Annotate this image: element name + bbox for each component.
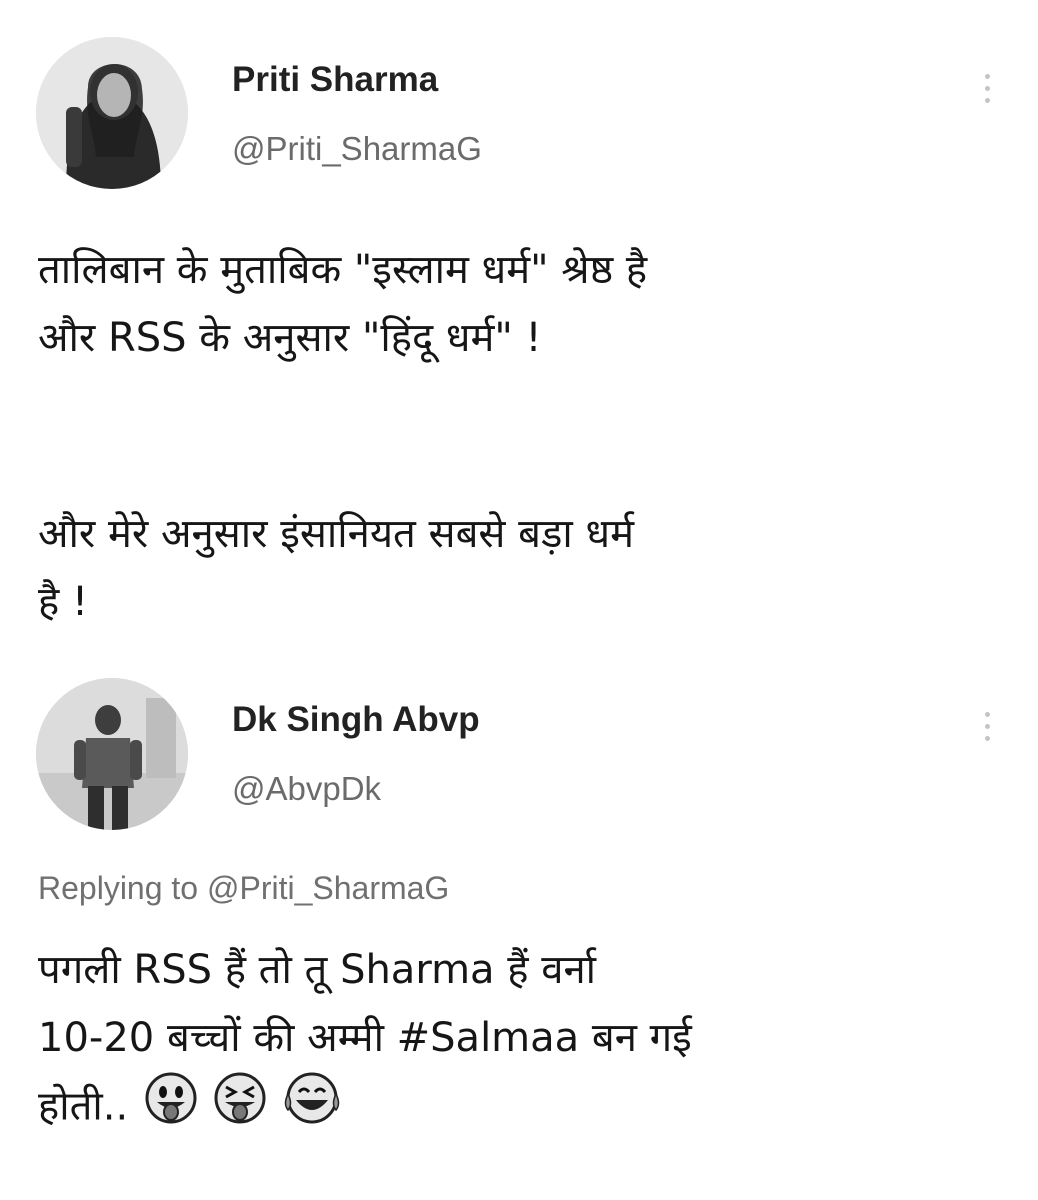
author-avatar[interactable] — [36, 37, 188, 189]
tweet-text-paragraph-2: और मेरे अनुसार इंसानियत सबसे बड़ा धर्म ह… — [38, 500, 998, 636]
author-name[interactable]: Priti Sharma — [232, 60, 438, 100]
reply-author-handle[interactable]: @AbvpDk — [232, 770, 381, 808]
reply-text: पगली RSS हैं तो तू Sharma हैं वर्ना 10-2… — [38, 936, 998, 1145]
reply-author-name[interactable]: Dk Singh Abvp — [232, 700, 480, 740]
reply-text-line: पगली RSS हैं तो तू Sharma हैं वर्ना — [38, 947, 597, 993]
tweet-text: तालिबान के मुताबिक "इस्लाम धर्म" श्रेष्ठ… — [38, 236, 998, 372]
reply-tweet: Dk Singh Abvp @AbvpDk Replying to @Priti… — [0, 660, 1038, 1200]
tweet-text-line: और मेरे अनुसार इंसानियत सबसे बड़ा धर्म — [38, 511, 635, 557]
tweet-text-line: है ! — [38, 579, 88, 625]
tongue-out-face-icon — [145, 1072, 197, 1145]
tweet-text-line: तालिबान के मुताबिक "इस्लाम धर्म" श्रेष्ठ… — [38, 247, 648, 293]
replying-to-label[interactable]: Replying to @Priti_SharmaG — [38, 870, 449, 907]
author-handle[interactable]: @Priti_SharmaG — [232, 130, 482, 168]
main-tweet: Priti Sharma @Priti_SharmaG तालिबान के म… — [0, 0, 1038, 660]
reply-text-line: 10-20 बच्चों की अम्मी #Salmaa बन गई — [38, 1015, 692, 1061]
more-options-icon[interactable] — [980, 74, 994, 110]
reply-author-avatar[interactable] — [36, 678, 188, 830]
reply-text-line: होती.. — [38, 1083, 129, 1130]
reply-text-line-3: होती.. — [38, 1072, 998, 1145]
squinting-tongue-face-icon — [214, 1072, 266, 1145]
tweet-text-line: और RSS के अनुसार "हिंदू धर्म" ! — [38, 315, 542, 361]
tears-of-joy-face-icon — [282, 1072, 342, 1145]
more-options-icon[interactable] — [980, 712, 994, 748]
